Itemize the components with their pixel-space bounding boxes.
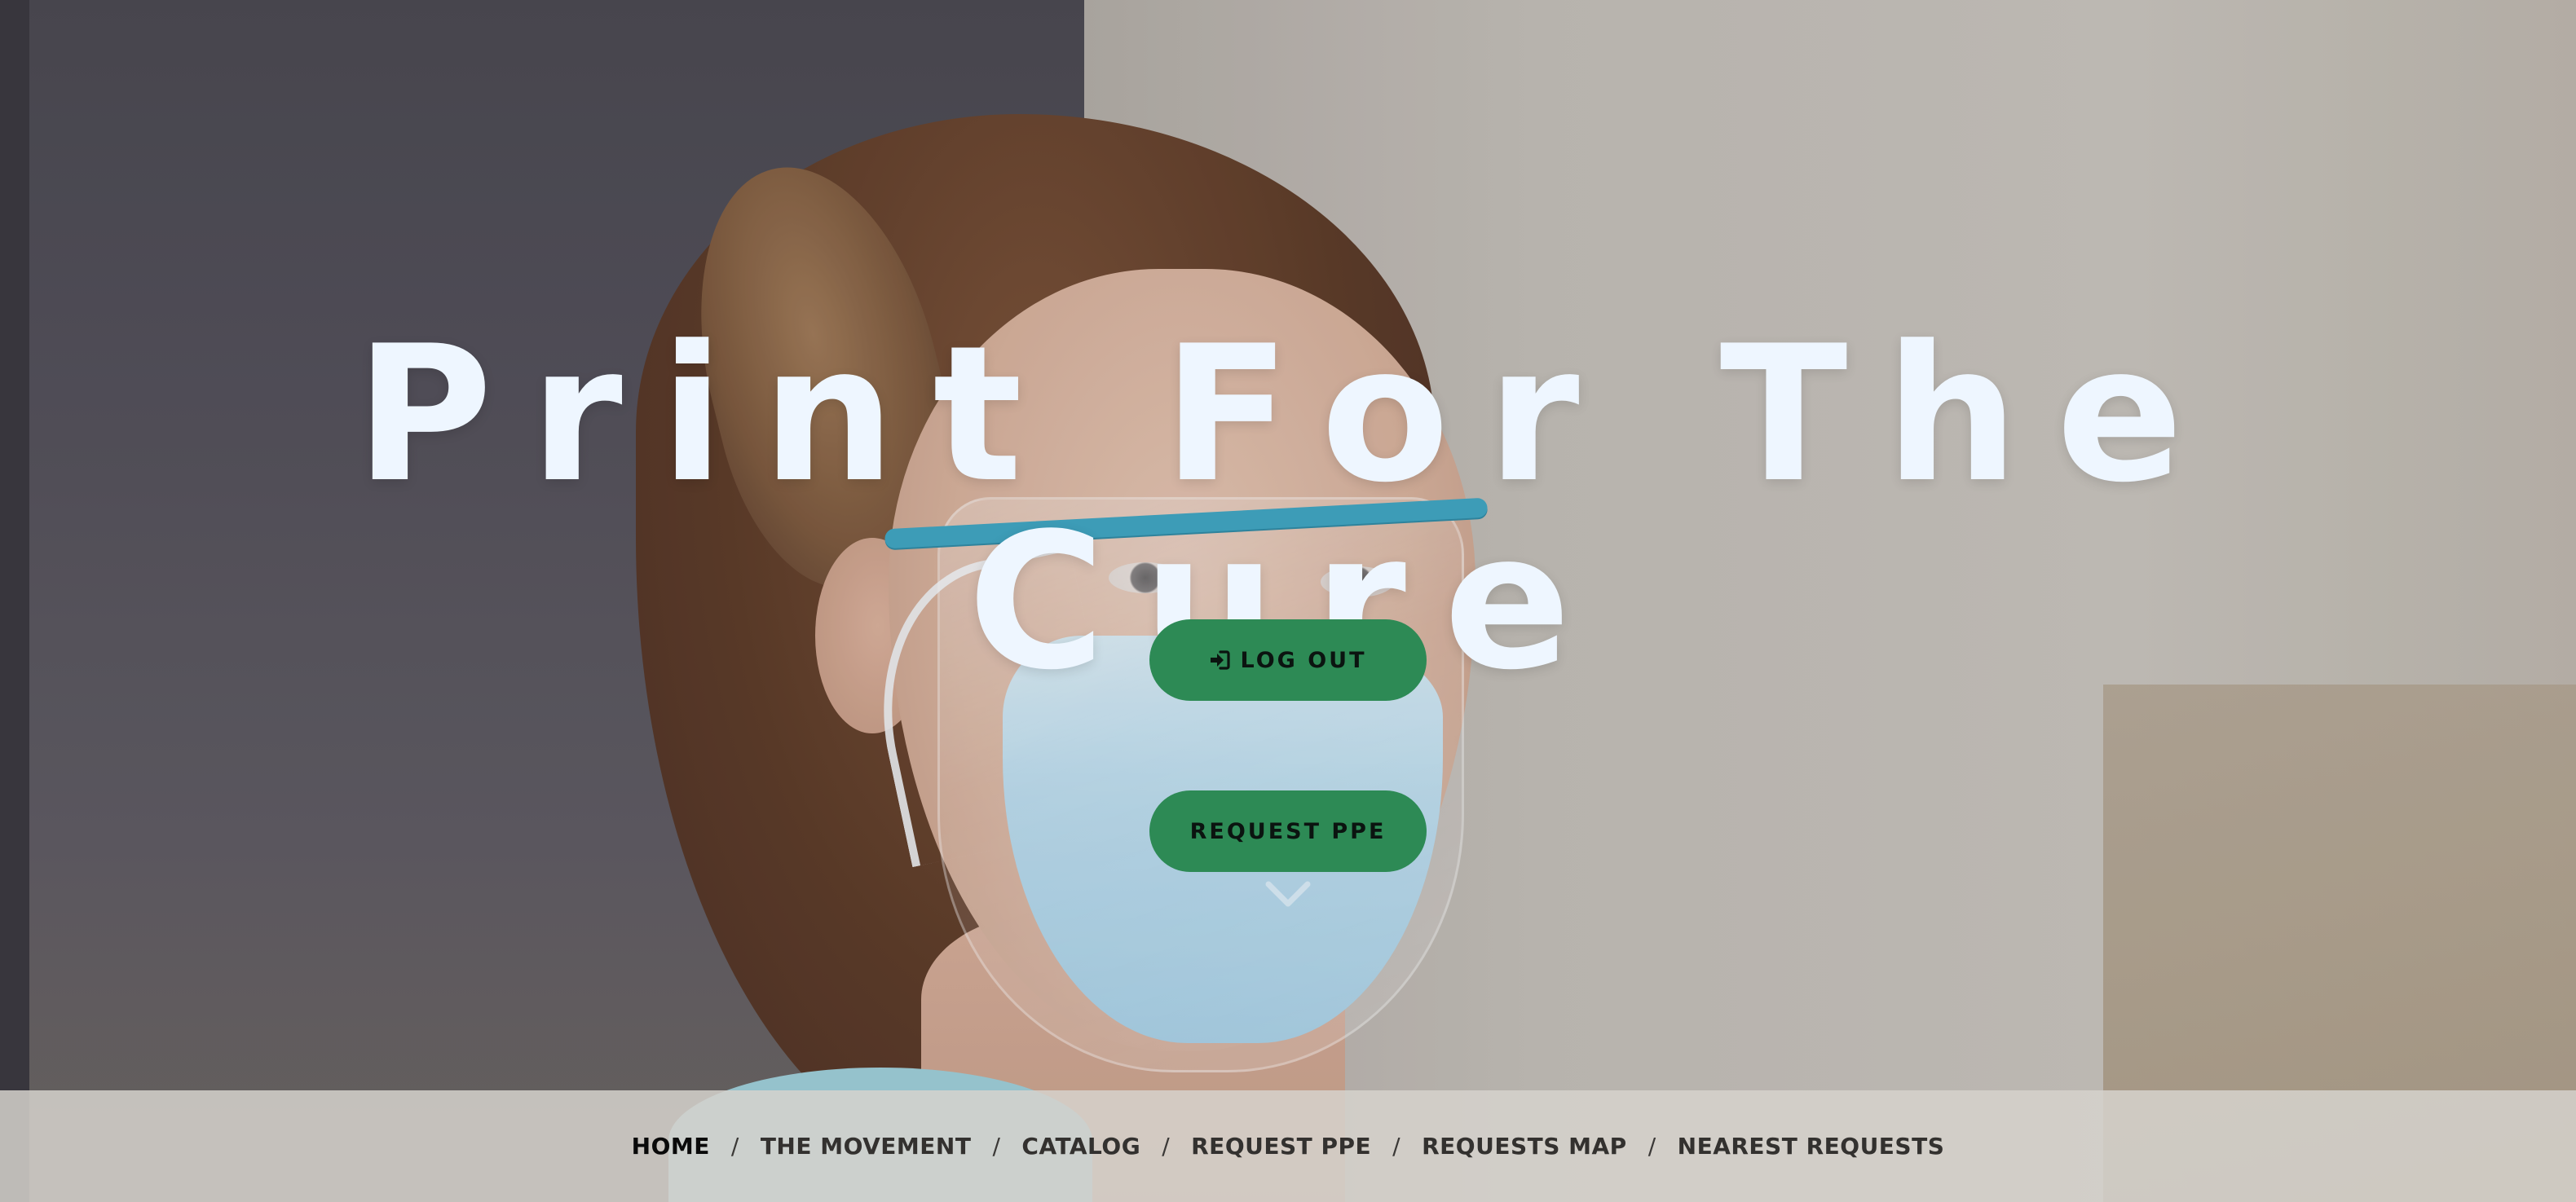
nav-separator: / [992,1133,1001,1160]
nav-item-the-movement[interactable]: THE MOVEMENT [757,1133,975,1160]
sign-in-icon [1209,649,1231,671]
nav-separator: / [1647,1133,1656,1160]
request-ppe-button-label: REQUEST PPE [1189,818,1387,844]
nav-separator: / [730,1133,739,1160]
request-ppe-button[interactable]: REQUEST PPE [1149,790,1427,872]
logout-button[interactable]: LOG OUT [1149,619,1427,701]
nav-item-request-ppe[interactable]: REQUEST PPE [1188,1133,1374,1160]
nav-list: HOME / THE MOVEMENT / CATALOG / REQUEST … [629,1133,1948,1160]
nav-item-catalog[interactable]: CATALOG [1018,1133,1144,1160]
nav-item-requests-map[interactable]: REQUESTS MAP [1418,1133,1630,1160]
chevron-down-icon[interactable] [1262,868,1314,920]
hero-section: Print For The Cure LOG OUT REQUEST PPE H… [0,0,2576,1202]
nav-item-home[interactable]: HOME [629,1133,713,1160]
breadcrumb-navbar: HOME / THE MOVEMENT / CATALOG / REQUEST … [0,1090,2576,1202]
nav-separator: / [1162,1133,1171,1160]
nav-separator: / [1392,1133,1401,1160]
nav-item-nearest-requests[interactable]: NEAREST REQUESTS [1674,1133,1948,1160]
logout-button-label: LOG OUT [1240,647,1367,673]
